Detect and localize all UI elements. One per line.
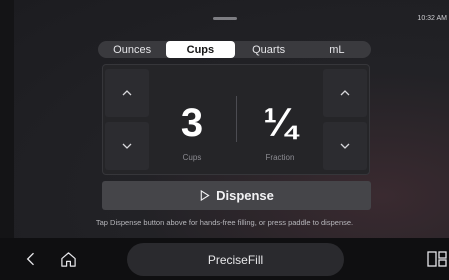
- fraction-amount-value: ¼: [263, 101, 297, 145]
- chevron-up-icon: [122, 90, 132, 96]
- unit-tab-cups[interactable]: Cups: [166, 41, 235, 58]
- app-screen: 10:32 AM Ounces Cups Quarts mL 3 Cups ¼ …: [0, 0, 449, 280]
- whole-amount-value: 3: [180, 101, 204, 145]
- home-icon[interactable]: [57, 248, 79, 270]
- chevron-down-icon: [340, 143, 350, 149]
- back-icon[interactable]: [22, 248, 40, 270]
- unit-tab-ounces[interactable]: Ounces: [98, 41, 166, 58]
- drag-handle[interactable]: [213, 17, 237, 20]
- play-icon: [200, 190, 210, 201]
- dispense-button-label: Dispense: [216, 188, 274, 203]
- whole-amount-label: Cups: [182, 153, 202, 162]
- status-time: 10:32 AM: [417, 15, 447, 22]
- chevron-up-icon: [340, 90, 350, 96]
- unit-tab-ml[interactable]: mL: [303, 41, 371, 58]
- app-name-button[interactable]: PreciseFill: [127, 243, 344, 276]
- unit-tab-quarts[interactable]: Quarts: [235, 41, 303, 58]
- fraction-amount-label: Fraction: [265, 153, 295, 162]
- fraction-increment-button[interactable]: [323, 69, 367, 117]
- left-bezel: [0, 0, 14, 238]
- dispense-hint: Tap Dispense button above for hands-free…: [95, 218, 354, 227]
- whole-increment-button[interactable]: [105, 69, 149, 117]
- fraction-decrement-button[interactable]: [323, 122, 367, 170]
- chevron-down-icon: [122, 143, 132, 149]
- amount-divider: [236, 96, 237, 142]
- whole-decrement-button[interactable]: [105, 122, 149, 170]
- apps-icon[interactable]: [424, 249, 449, 269]
- app-name-label: PreciseFill: [207, 252, 264, 267]
- dispense-button[interactable]: Dispense: [102, 181, 371, 210]
- unit-selector: Ounces Cups Quarts mL: [98, 41, 371, 58]
